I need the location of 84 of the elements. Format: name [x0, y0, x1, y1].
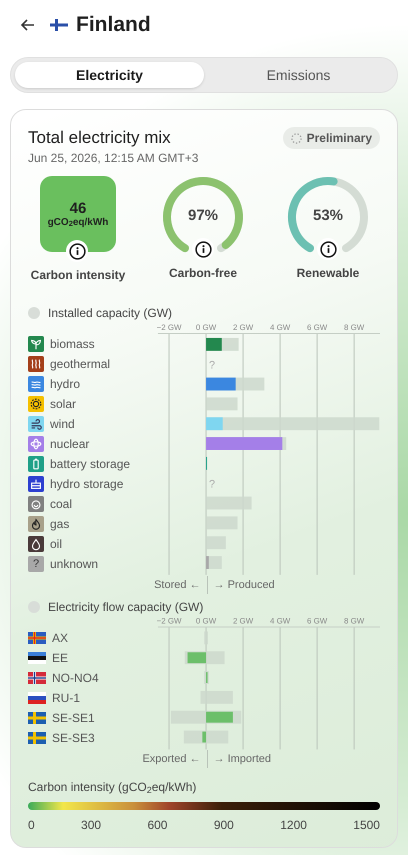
axis-tick-label: 2 GW: [232, 616, 254, 626]
flag-icon: [28, 672, 46, 684]
axis-tick-label: 6 GW: [306, 323, 328, 332]
capacity-bar: [206, 496, 252, 510]
scale-tick-label: 300: [81, 817, 102, 834]
country-title: Finland: [76, 12, 151, 38]
axis-note: Stored ←: [154, 578, 201, 593]
flag-icon: [28, 692, 46, 704]
capacity-bar: [170, 710, 206, 724]
source-label: nuclear: [50, 436, 90, 453]
axis-tick-label: 4 GW: [270, 323, 290, 332]
card-title: Total electricity mix: [28, 127, 172, 149]
tab[interactable]: Electricity: [15, 62, 204, 88]
flag-icon: [28, 652, 46, 664]
badge-label: Preliminary: [306, 130, 372, 147]
axis-tick-label: 8 GW: [344, 323, 364, 332]
metric-label: Carbon intensity: [30, 267, 126, 284]
metric-label: Renewable: [296, 265, 360, 282]
source-label: geothermal: [50, 356, 110, 373]
source-label: hydro storage: [50, 476, 124, 493]
axis-tick-label: −2 GW: [156, 323, 182, 332]
zone-label: SE-SE3: [52, 730, 95, 747]
scale-tick-label: 0: [28, 817, 35, 834]
zone-label: SE-SE1: [52, 710, 95, 727]
zone-label: EE: [52, 650, 68, 667]
unknown-value: ?: [208, 478, 216, 491]
source-label: oil: [50, 536, 62, 553]
scale-tick-label: 1500: [353, 817, 380, 834]
scale-tick-label: 1200: [280, 817, 307, 834]
scale-tick-label: 900: [214, 817, 234, 834]
timestamp: Jun 25, 2026, 12:15 AM GMT+3: [28, 150, 198, 166]
axis-tick-label: −2 GW: [156, 616, 182, 626]
gauge-value: 97%: [186, 206, 220, 226]
tab[interactable]: Emissions: [204, 62, 393, 88]
capacity-bar: [206, 397, 238, 410]
source-label: wind: [50, 416, 75, 433]
source-label: battery storage: [50, 456, 130, 473]
scale-tick-label: 600: [147, 817, 168, 834]
zone-label: AX: [52, 630, 68, 647]
flag-icon: [28, 732, 46, 744]
axis-note: Exported ←: [142, 752, 201, 767]
production-bar: [206, 378, 236, 390]
axis-tick-label: 6 GW: [306, 616, 328, 626]
chart-title: Electricity flow capacity (GW): [48, 599, 204, 616]
capacity-bar: [206, 516, 238, 530]
unknown-icon: ?: [28, 556, 44, 572]
capacity-bar: [206, 536, 226, 550]
source-label: coal: [50, 496, 72, 513]
flag-icon: [28, 632, 46, 644]
axis-tick-label: 4 GW: [270, 616, 290, 626]
loading-icon: [290, 132, 302, 144]
source-label: biomass: [50, 336, 95, 353]
legend-title: Carbon intensity (gCO$_{2}$eq/kWh): [28, 779, 198, 796]
flow-bar: [188, 652, 206, 664]
flag-icon: [50, 19, 68, 31]
source-label: hydro: [50, 376, 80, 393]
axis-tick-label: 2 GW: [232, 323, 254, 332]
production-bar: [206, 338, 222, 351]
intensity-unit: gCO$_{2}$eq/kWh: [48, 218, 108, 228]
flow-bar: [202, 732, 206, 742]
production-bar: [206, 417, 223, 430]
info-button[interactable]: [317, 238, 339, 260]
axis-tick-label: 0 GW: [196, 616, 216, 626]
source-label: unknown: [50, 556, 98, 573]
info-button[interactable]: [66, 240, 88, 262]
source-label: gas: [50, 516, 70, 533]
intensity-value: 46: [70, 200, 86, 216]
flow-bar: [206, 712, 233, 723]
gauge-value: 53%: [312, 206, 344, 226]
flag-icon: [28, 712, 46, 724]
zone-label: RU-1: [52, 690, 80, 707]
unknown-value: ?: [208, 360, 216, 372]
axis-tick-label: 8 GW: [344, 616, 364, 626]
production-bar: [206, 556, 209, 569]
source-label: solar: [50, 396, 76, 413]
metric-label: Carbon-free: [168, 265, 237, 282]
axis-tick-label: 0 GW: [196, 323, 216, 332]
axis-note: → Produced: [212, 578, 275, 593]
info-button[interactable]: [192, 238, 214, 260]
zone-label: NO-NO4: [52, 670, 99, 687]
axis-note: → Imported: [212, 752, 271, 767]
capacity-bar: [206, 651, 225, 664]
chart-title: Installed capacity (GW): [48, 305, 172, 322]
capacity-bar: [206, 730, 228, 744]
